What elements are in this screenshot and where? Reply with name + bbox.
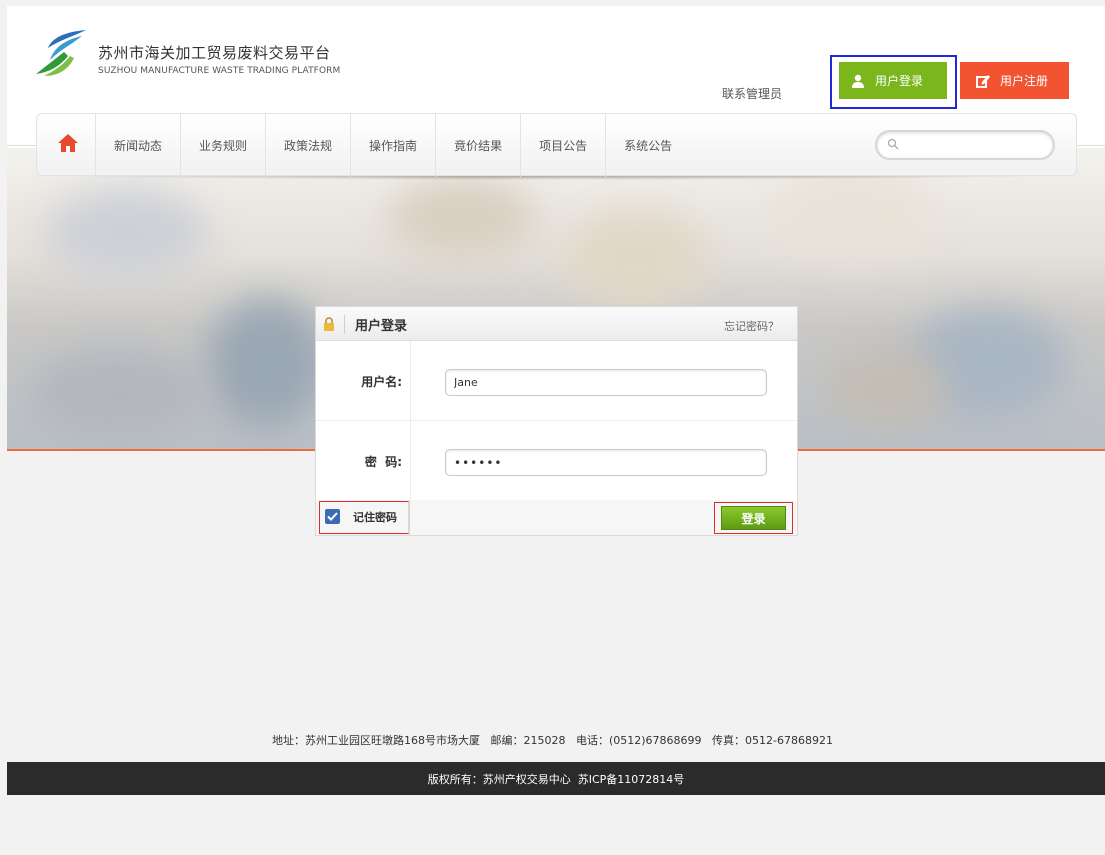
nav-items: 新闻动态 业务规则 政策法规 操作指南 竟价结果 项目公告 系统公告 xyxy=(95,114,690,177)
nav-item-policies[interactable]: 政策法规 xyxy=(265,114,350,177)
login-panel: 用户登录 忘记密码？ 用户名: 密 码: 记住密码 xyxy=(315,306,798,536)
username-input[interactable] xyxy=(445,369,767,396)
login-panel-header: 用户登录 忘记密码？ xyxy=(316,307,797,341)
nav-rule-left xyxy=(7,145,36,146)
user-icon xyxy=(852,74,864,88)
home-icon[interactable] xyxy=(57,132,79,154)
user-login-button[interactable]: 用户登录 xyxy=(839,62,947,99)
login-submit-button[interactable]: 登录 xyxy=(721,506,786,530)
password-label: 密 码: xyxy=(364,455,402,469)
logo-icon xyxy=(36,30,86,76)
username-label-cell: 用户名: xyxy=(316,341,411,420)
nav-item-news[interactable]: 新闻动态 xyxy=(95,114,180,177)
footer-bar: 版权所有：苏州产权交易中心 苏ICP备11072814号 xyxy=(7,762,1105,795)
user-register-button[interactable]: 用户注册 xyxy=(960,62,1069,99)
site-title: 苏州市海关加工贸易废料交易平台 xyxy=(98,44,331,62)
remember-password-label: 记住密码 xyxy=(353,511,397,524)
username-row: 用户名: xyxy=(316,341,797,421)
main-nav: 新闻动态 业务规则 政策法规 操作指南 竟价结果 项目公告 系统公告 xyxy=(36,113,1077,177)
search-icon xyxy=(887,138,899,150)
search-box xyxy=(875,130,1055,160)
lock-icon xyxy=(324,317,334,331)
password-row: 密 码: xyxy=(316,421,797,501)
nav-item-project-notices[interactable]: 项目公告 xyxy=(520,114,605,177)
nav-item-business-rules[interactable]: 业务规则 xyxy=(180,114,265,177)
edit-icon xyxy=(976,74,990,88)
footer-copyright: 版权所有：苏州产权交易中心 苏ICP备11072814号 xyxy=(427,772,685,786)
forgot-password-link[interactable]: 忘记密码？ xyxy=(724,318,779,334)
remember-password-checkbox[interactable] xyxy=(325,509,340,524)
username-label: 用户名: xyxy=(361,375,402,389)
footer-divider xyxy=(409,500,410,535)
login-panel-footer: 记住密码 登录 xyxy=(316,500,797,535)
password-input[interactable] xyxy=(445,449,767,476)
site-subtitle: SUZHOU MANUFACTURE WASTE TRADING PLATFOR… xyxy=(98,66,341,76)
user-login-label: 用户登录 xyxy=(875,74,924,88)
search-input[interactable] xyxy=(903,132,1043,158)
nav-item-guide[interactable]: 操作指南 xyxy=(350,114,435,177)
nav-rule-right xyxy=(1077,145,1105,146)
contact-admin-link[interactable]: 联系管理员 xyxy=(722,85,782,102)
nav-item-bid-results[interactable]: 竟价结果 xyxy=(435,114,520,177)
footer-address: 地址：苏州工业园区旺墩路168号市场大厦 邮编：215028 电话：(0512)… xyxy=(272,734,833,747)
password-label-cell: 密 码: xyxy=(316,421,411,500)
nav-item-system-notices[interactable]: 系统公告 xyxy=(605,114,690,177)
user-register-label: 用户注册 xyxy=(1000,74,1049,88)
page: 苏州市海关加工贸易废料交易平台 SUZHOU MANUFACTURE WASTE… xyxy=(0,0,1105,855)
login-panel-title: 用户登录 xyxy=(344,315,407,334)
checkmark-icon xyxy=(327,512,338,521)
